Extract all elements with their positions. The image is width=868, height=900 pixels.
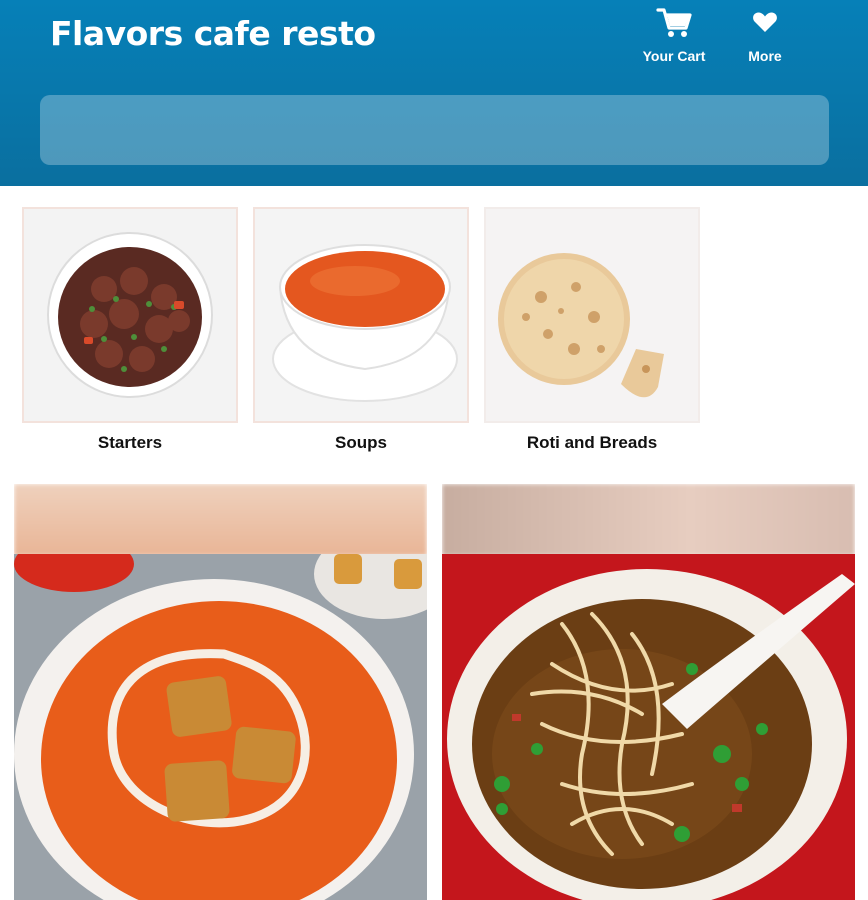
restaurant-title: Flavors cafe resto: [50, 14, 376, 53]
more-label: More: [748, 48, 782, 64]
card-title-band: [14, 484, 427, 556]
dish-card-noodle-soup[interactable]: [442, 484, 855, 900]
your-cart-button[interactable]: Your Cart: [634, 4, 714, 68]
heart-icon: [752, 4, 778, 40]
tomato-soup-image: [14, 554, 427, 900]
category-label: Soups: [335, 433, 387, 452]
soups-image: [253, 207, 469, 423]
category-label: Starters: [97, 433, 163, 452]
starters-image: [22, 207, 238, 423]
search-input[interactable]: [40, 95, 829, 165]
category-roti-and-breads[interactable]: Roti and Breads: [484, 207, 700, 453]
noodle-soup-image: [442, 554, 855, 900]
more-button[interactable]: More: [725, 4, 805, 68]
cart-icon: [655, 4, 693, 40]
category-label: Roti and Breads: [526, 433, 658, 452]
roti-image: [484, 207, 700, 423]
category-soups[interactable]: Soups: [253, 207, 469, 453]
card-title-band: [442, 484, 855, 556]
app-header: Flavors cafe resto Your Cart More: [0, 0, 868, 186]
category-starters[interactable]: Starters: [22, 207, 238, 453]
your-cart-label: Your Cart: [642, 48, 706, 64]
dish-card-tomato-soup[interactable]: [14, 484, 427, 900]
